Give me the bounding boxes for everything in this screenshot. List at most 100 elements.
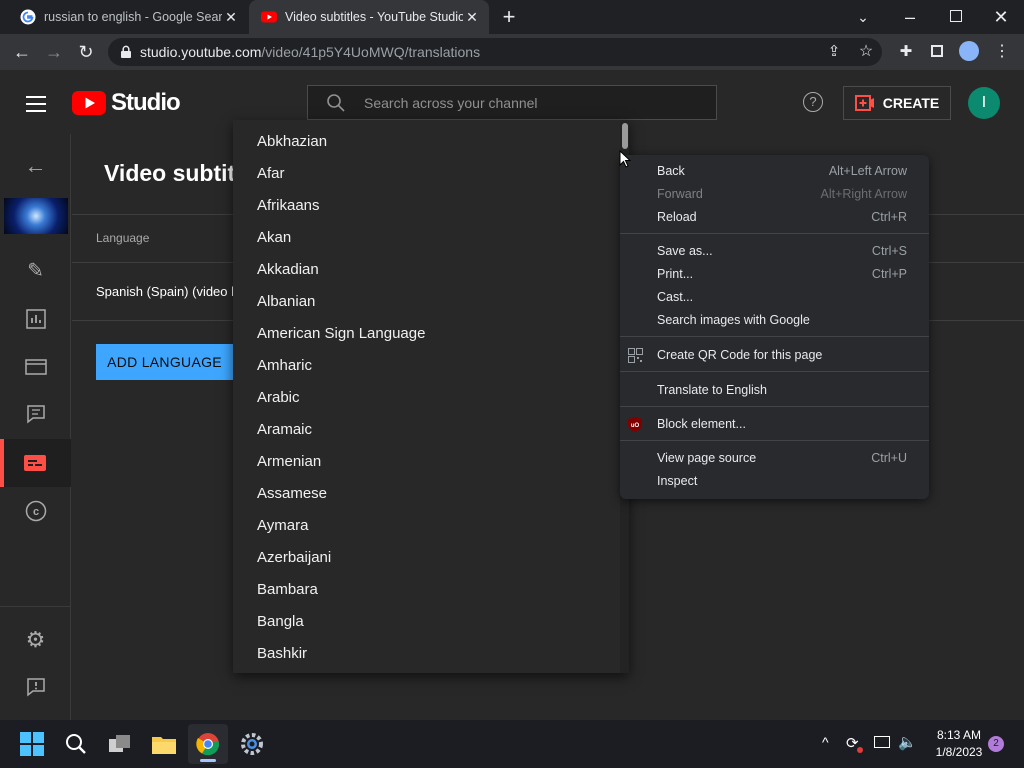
create-video-icon: [854, 95, 874, 111]
edit-pencil-icon[interactable]: ✎: [0, 246, 71, 294]
context-menu: Back Alt+Left Arrow Forward Alt+Right Arro…: [620, 155, 929, 499]
minimize-window-button[interactable]: –: [896, 3, 924, 31]
windows-start-icon[interactable]: [12, 724, 52, 764]
menu-item-inspect[interactable]: Inspect: [620, 470, 929, 493]
menu-item-print[interactable]: Print... Ctrl+P: [620, 263, 929, 286]
side-panel-icon[interactable]: [931, 45, 943, 57]
language-option[interactable]: Aramaic: [257, 414, 312, 446]
help-icon[interactable]: ?: [803, 92, 823, 112]
language-option[interactable]: Armenian: [257, 446, 321, 478]
svg-text:c: c: [32, 506, 38, 518]
menu-item-label: Create QR Code for this page: [657, 348, 823, 362]
network-icon[interactable]: [874, 736, 890, 748]
settings-gear-icon[interactable]: ⚙: [0, 616, 71, 664]
comments-icon[interactable]: [0, 390, 71, 438]
taskbar-search-icon[interactable]: [56, 724, 96, 764]
nav-item-subtitles-active[interactable]: [0, 439, 71, 487]
show-hidden-icons-chevron-icon[interactable]: ^: [822, 734, 829, 750]
menu-separator: [620, 406, 929, 407]
create-label: CREATE: [882, 95, 940, 111]
new-tab-button[interactable]: +: [495, 3, 523, 31]
language-option[interactable]: Arabic: [257, 382, 300, 414]
language-option[interactable]: Amharic: [257, 350, 312, 382]
menu-item-translate[interactable]: Translate to English: [620, 379, 929, 402]
create-button[interactable]: CREATE: [843, 86, 951, 120]
copyright-icon[interactable]: c: [0, 487, 71, 535]
restore-window-button[interactable]: [950, 10, 962, 22]
close-window-button[interactable]: ✕: [987, 3, 1015, 31]
menu-item-label: View page source: [657, 451, 757, 465]
language-option[interactable]: Afrikaans: [257, 190, 320, 222]
language-option[interactable]: American Sign Language: [257, 318, 425, 350]
chrome-menu-icon[interactable]: ⋮: [988, 38, 1016, 66]
reload-icon[interactable]: ↻: [72, 38, 100, 66]
add-language-button[interactable]: ADD LANGUAGE: [96, 344, 233, 380]
menu-item-back[interactable]: Back Alt+Left Arrow: [620, 160, 929, 183]
youtube-logo-icon: [72, 91, 106, 115]
video-thumbnail[interactable]: [4, 198, 68, 234]
send-feedback-icon[interactable]: [0, 663, 71, 711]
close-tab-icon[interactable]: ✕: [222, 9, 240, 26]
menu-separator: [620, 233, 929, 234]
analytics-icon[interactable]: [0, 295, 71, 343]
menu-item-shortcut: Ctrl+U: [871, 451, 907, 465]
share-icon[interactable]: ⇪: [820, 38, 848, 66]
menu-item-shortcut: Ctrl+P: [871, 267, 907, 281]
bookmark-star-icon[interactable]: ☆: [852, 38, 880, 66]
language-option[interactable]: Assamese: [257, 478, 327, 510]
language-option[interactable]: Akan: [257, 222, 291, 254]
menu-item-cast[interactable]: Cast...: [620, 286, 929, 309]
file-explorer-icon[interactable]: [144, 724, 184, 764]
settings-taskbar-icon[interactable]: [232, 724, 272, 764]
notification-badge[interactable]: 2: [988, 736, 1004, 752]
svg-text:uO: uO: [631, 423, 640, 429]
language-option[interactable]: Bambara: [257, 574, 318, 606]
language-dropdown[interactable]: Abkhazian Afar Afrikaans Akan Akkadian Albani…: [233, 120, 629, 673]
forward-arrow-icon[interactable]: →: [40, 38, 68, 66]
menu-item-view-source[interactable]: View page source Ctrl+U: [620, 447, 929, 470]
language-option[interactable]: Albanian: [257, 286, 315, 318]
address-bar[interactable]: studio.youtube.com/video/41p5Y4UoMWQ/tra…: [108, 38, 882, 66]
language-option[interactable]: Akkadian: [257, 254, 319, 286]
taskbar-clock[interactable]: 8:13 AM 1/8/2023: [924, 727, 994, 761]
menu-item-forward: Forward Alt+Right Arrow: [620, 183, 929, 206]
close-tab-icon[interactable]: ✕: [463, 9, 481, 26]
volume-icon[interactable]: 🔈: [898, 733, 917, 751]
tab-youtube-studio[interactable]: Video subtitles - YouTube Studio ✕: [249, 0, 489, 34]
task-view-icon[interactable]: [100, 724, 140, 764]
dropdown-scrollbar-thumb[interactable]: [622, 123, 628, 149]
studio-logo[interactable]: Studio: [72, 89, 181, 117]
page-title: Video subtit: [104, 160, 236, 186]
language-option[interactable]: Azerbaijani: [257, 542, 331, 574]
language-option[interactable]: Bangla: [257, 606, 304, 638]
language-option[interactable]: Afar: [257, 158, 285, 190]
chrome-taskbar-icon[interactable]: [188, 724, 228, 764]
tab-google-search[interactable]: russian to english - Google Search ✕: [8, 0, 248, 34]
menu-item-search-images[interactable]: Search images with Google: [620, 309, 929, 332]
channel-search-input[interactable]: Search across your channel: [307, 85, 717, 120]
ublock-origin-icon: uO: [628, 417, 642, 432]
menu-item-label: Forward: [657, 187, 703, 201]
tab-title: russian to english - Google Search: [44, 10, 222, 24]
channel-avatar[interactable]: I: [968, 87, 1000, 119]
menu-item-save-as[interactable]: Save as... Ctrl+S: [620, 240, 929, 263]
back-to-channel-arrow-icon[interactable]: ←: [0, 142, 71, 190]
extensions-puzzle-icon[interactable]: ✚: [892, 38, 920, 66]
sync-error-badge: [857, 747, 863, 753]
menu-item-shortcut: Alt+Right Arrow: [820, 187, 908, 201]
language-option[interactable]: Bashkir: [257, 638, 307, 670]
search-icon: [327, 93, 345, 112]
tab-search-chevron-icon[interactable]: ⌄: [849, 3, 877, 31]
tab-title: Video subtitles - YouTube Studio: [285, 10, 463, 24]
menu-item-block-element[interactable]: uO Block element...: [620, 413, 929, 436]
hamburger-menu-icon[interactable]: [26, 95, 46, 112]
back-arrow-icon[interactable]: ←: [8, 38, 36, 66]
editor-film-icon[interactable]: [0, 343, 71, 391]
language-option[interactable]: Aymara: [257, 510, 308, 542]
profile-avatar-icon[interactable]: [959, 41, 979, 61]
menu-item-reload[interactable]: Reload Ctrl+R: [620, 206, 929, 229]
lock-icon: [121, 45, 131, 58]
language-option[interactable]: Abkhazian: [257, 126, 327, 158]
clock-date: 1/8/2023: [935, 745, 983, 759]
menu-item-qr-code[interactable]: Create QR Code for this page: [620, 344, 929, 367]
